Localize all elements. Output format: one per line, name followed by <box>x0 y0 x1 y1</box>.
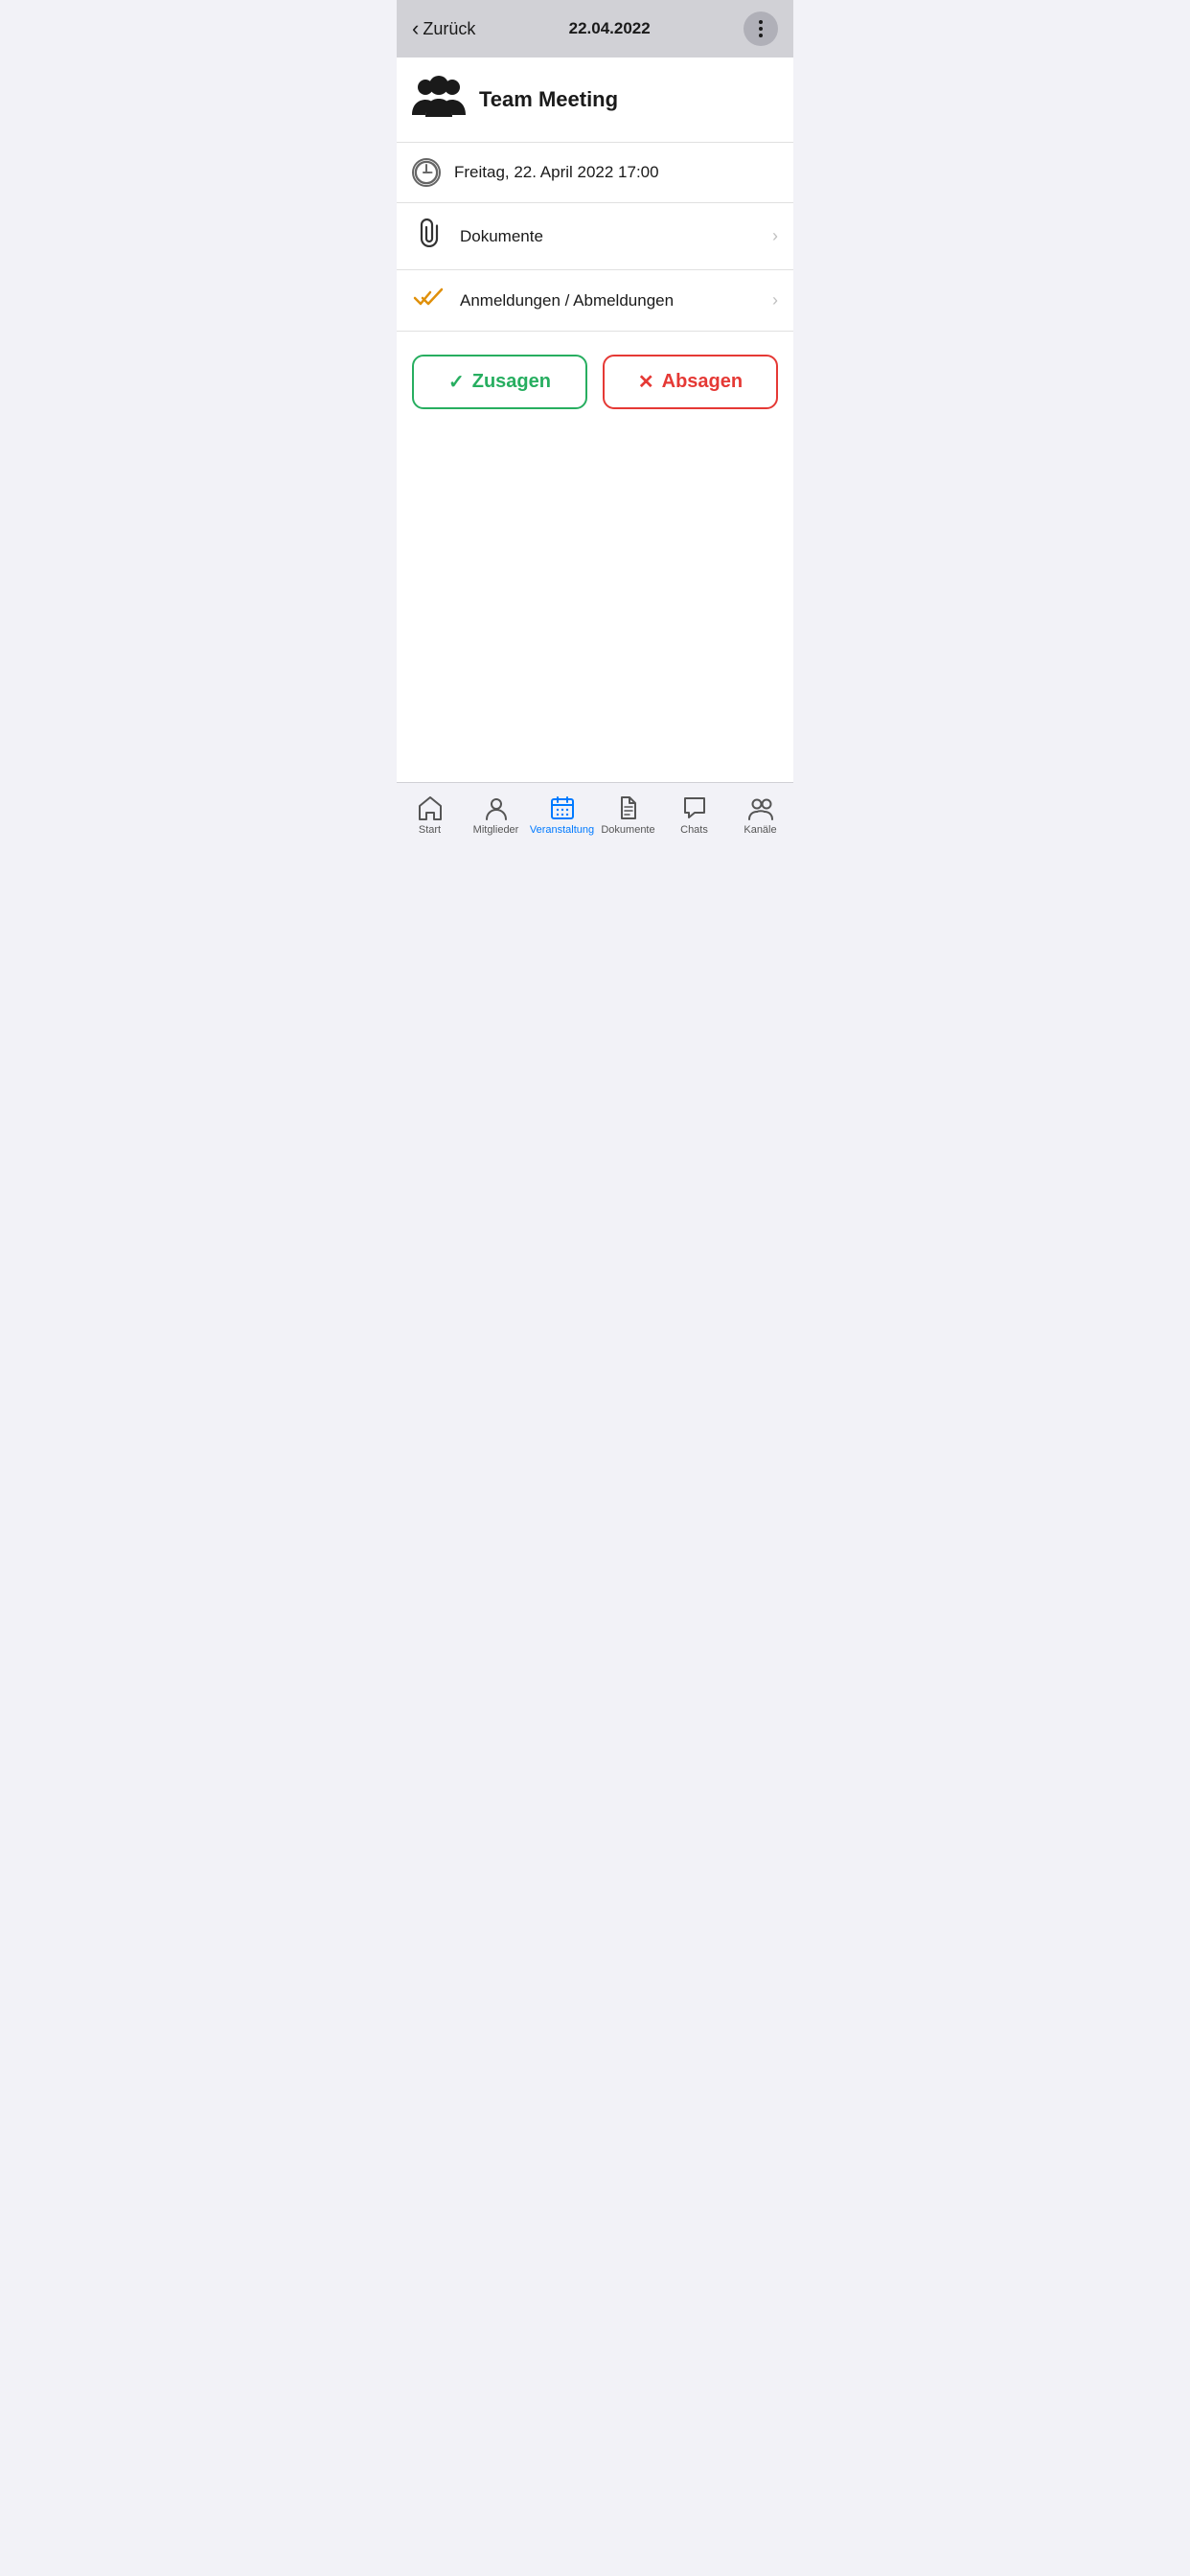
anmeldungen-chevron-icon: › <box>772 290 778 310</box>
nav-bar: ‹ Zurück 22.04.2022 <box>397 0 793 58</box>
more-button[interactable] <box>744 12 778 46</box>
tab-dokumente[interactable]: Dokumente <box>595 791 661 840</box>
dokumente-chevron-icon: › <box>772 226 778 246</box>
nav-title: 22.04.2022 <box>475 19 744 38</box>
team-header-row: Team Meeting <box>397 58 793 143</box>
absagen-label: Absagen <box>662 371 743 393</box>
chat-icon <box>681 794 708 821</box>
document-icon <box>615 794 642 821</box>
tab-veranstaltung-label: Veranstaltung <box>530 824 594 836</box>
tab-kanaele-label: Kanäle <box>744 824 776 836</box>
event-title: Team Meeting <box>479 87 618 112</box>
anmeldungen-text: Anmeldungen / Abmeldungen <box>460 291 759 310</box>
tab-dokumente-label: Dokumente <box>601 824 654 836</box>
absagen-x-icon: ✕ <box>638 370 654 394</box>
clock-icon <box>412 158 441 187</box>
dokumente-row[interactable]: Dokumente › <box>397 203 793 270</box>
dokumente-text: Dokumente <box>460 227 759 246</box>
team-group-icon <box>412 75 466 125</box>
back-chevron-icon: ‹ <box>412 18 419 39</box>
double-check-icon <box>412 286 446 315</box>
tab-bar: Start Mitglieder Veranstaltung <box>397 782 793 859</box>
tab-mitglieder-label: Mitglieder <box>473 824 519 836</box>
absagen-button[interactable]: ✕ Absagen <box>603 355 778 409</box>
back-label: Zurück <box>423 19 475 39</box>
anmeldungen-row[interactable]: Anmeldungen / Abmeldungen › <box>397 270 793 332</box>
zusagen-label: Zusagen <box>472 371 551 393</box>
home-icon <box>417 794 444 821</box>
calendar-icon <box>549 794 576 821</box>
zusagen-check-icon: ✓ <box>448 370 465 394</box>
tab-kanaele[interactable]: Kanäle <box>727 791 793 840</box>
tab-start[interactable]: Start <box>397 791 463 840</box>
tab-start-label: Start <box>419 824 441 836</box>
datetime-text: Freitag, 22. April 2022 17:00 <box>454 163 778 182</box>
person-icon <box>483 794 510 821</box>
tab-chats-label: Chats <box>680 824 708 836</box>
content-area: Team Meeting Freitag, 22. April 2022 17:… <box>397 58 793 782</box>
zusagen-button[interactable]: ✓ Zusagen <box>412 355 587 409</box>
tab-veranstaltung[interactable]: Veranstaltung <box>529 791 595 840</box>
tab-mitglieder[interactable]: Mitglieder <box>463 791 529 840</box>
back-button[interactable]: ‹ Zurück <box>412 18 475 39</box>
group-icon <box>747 794 774 821</box>
datetime-row: Freitag, 22. April 2022 17:00 <box>397 143 793 203</box>
action-buttons-row: ✓ Zusagen ✕ Absagen <box>397 332 793 432</box>
paperclip-icon <box>412 218 446 254</box>
more-dots-icon <box>759 20 763 37</box>
tab-chats[interactable]: Chats <box>661 791 727 840</box>
